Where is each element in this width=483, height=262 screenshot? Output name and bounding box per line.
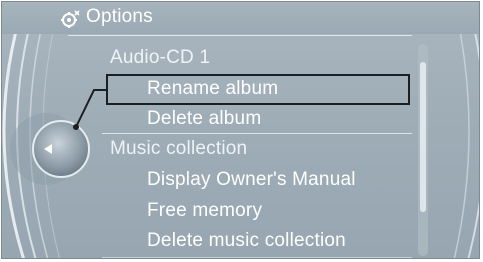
section-audio-cd: Audio-CD 1 [110,47,211,68]
menu-item-rename-album[interactable]: Rename album [147,75,278,103]
idrive-display: Options Audio-CD 1 Rename album Delete a… [1,1,480,259]
controller-left-arrow-icon[interactable] [42,143,54,155]
section-divider [102,133,412,134]
page-title: Options [86,6,153,27]
menu-item-display-owners-manual[interactable]: Display Owner's Manual [147,166,356,194]
title-bar: Options [2,2,479,34]
bottom-divider [102,257,412,258]
menu-item-free-memory[interactable]: Free memory [147,197,262,225]
menu-item-delete-music-collection[interactable]: Delete music collection [147,227,346,255]
scrollbar-thumb [420,62,426,212]
options-gear-icon [61,10,80,28]
title-divider [68,35,412,36]
section-music-collection: Music collection [110,138,248,159]
menu-item-delete-album[interactable]: Delete album [147,105,261,133]
